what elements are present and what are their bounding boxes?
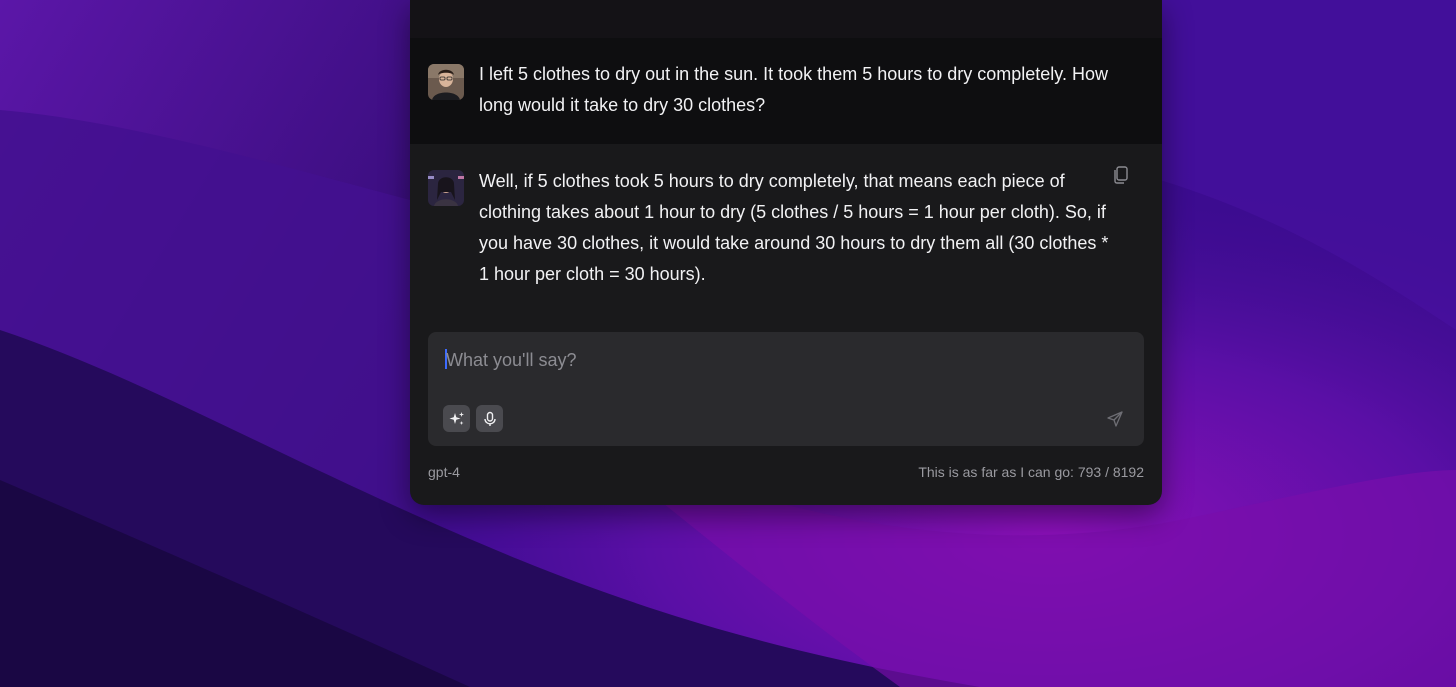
copy-icon (1114, 166, 1128, 184)
chat-window: I left 5 clothes to dry out in the sun. … (410, 0, 1162, 505)
assistant-avatar-icon (428, 170, 464, 206)
message-input[interactable] (446, 346, 1106, 374)
copy-button[interactable] (1110, 164, 1132, 186)
user-avatar (428, 64, 464, 100)
assistant-message-text: Well, if 5 clothes took 5 hours to dry c… (479, 171, 1109, 284)
token-usage-label: This is as far as I can go: (918, 464, 1074, 480)
voice-input-button[interactable] (476, 405, 503, 432)
send-icon (1107, 411, 1123, 427)
assistant-message: Well, if 5 clothes took 5 hours to dry c… (410, 144, 1162, 314)
user-message-text: I left 5 clothes to dry out in the sun. … (479, 64, 1108, 115)
token-count: 793 / 8192 (1077, 464, 1144, 480)
user-message: I left 5 clothes to dry out in the sun. … (410, 38, 1162, 144)
user-avatar-icon (428, 64, 464, 100)
token-usage-status: This is as far as I can go: 793 / 8192 (918, 464, 1144, 480)
model-name: gpt-4 (428, 464, 460, 480)
previous-message-edge (410, 0, 1162, 38)
enhance-prompt-button[interactable] (443, 405, 470, 432)
microphone-icon (483, 411, 496, 426)
send-button[interactable] (1104, 408, 1126, 430)
assistant-avatar (428, 170, 464, 206)
sparkles-icon (449, 411, 464, 425)
message-composer (428, 332, 1144, 446)
